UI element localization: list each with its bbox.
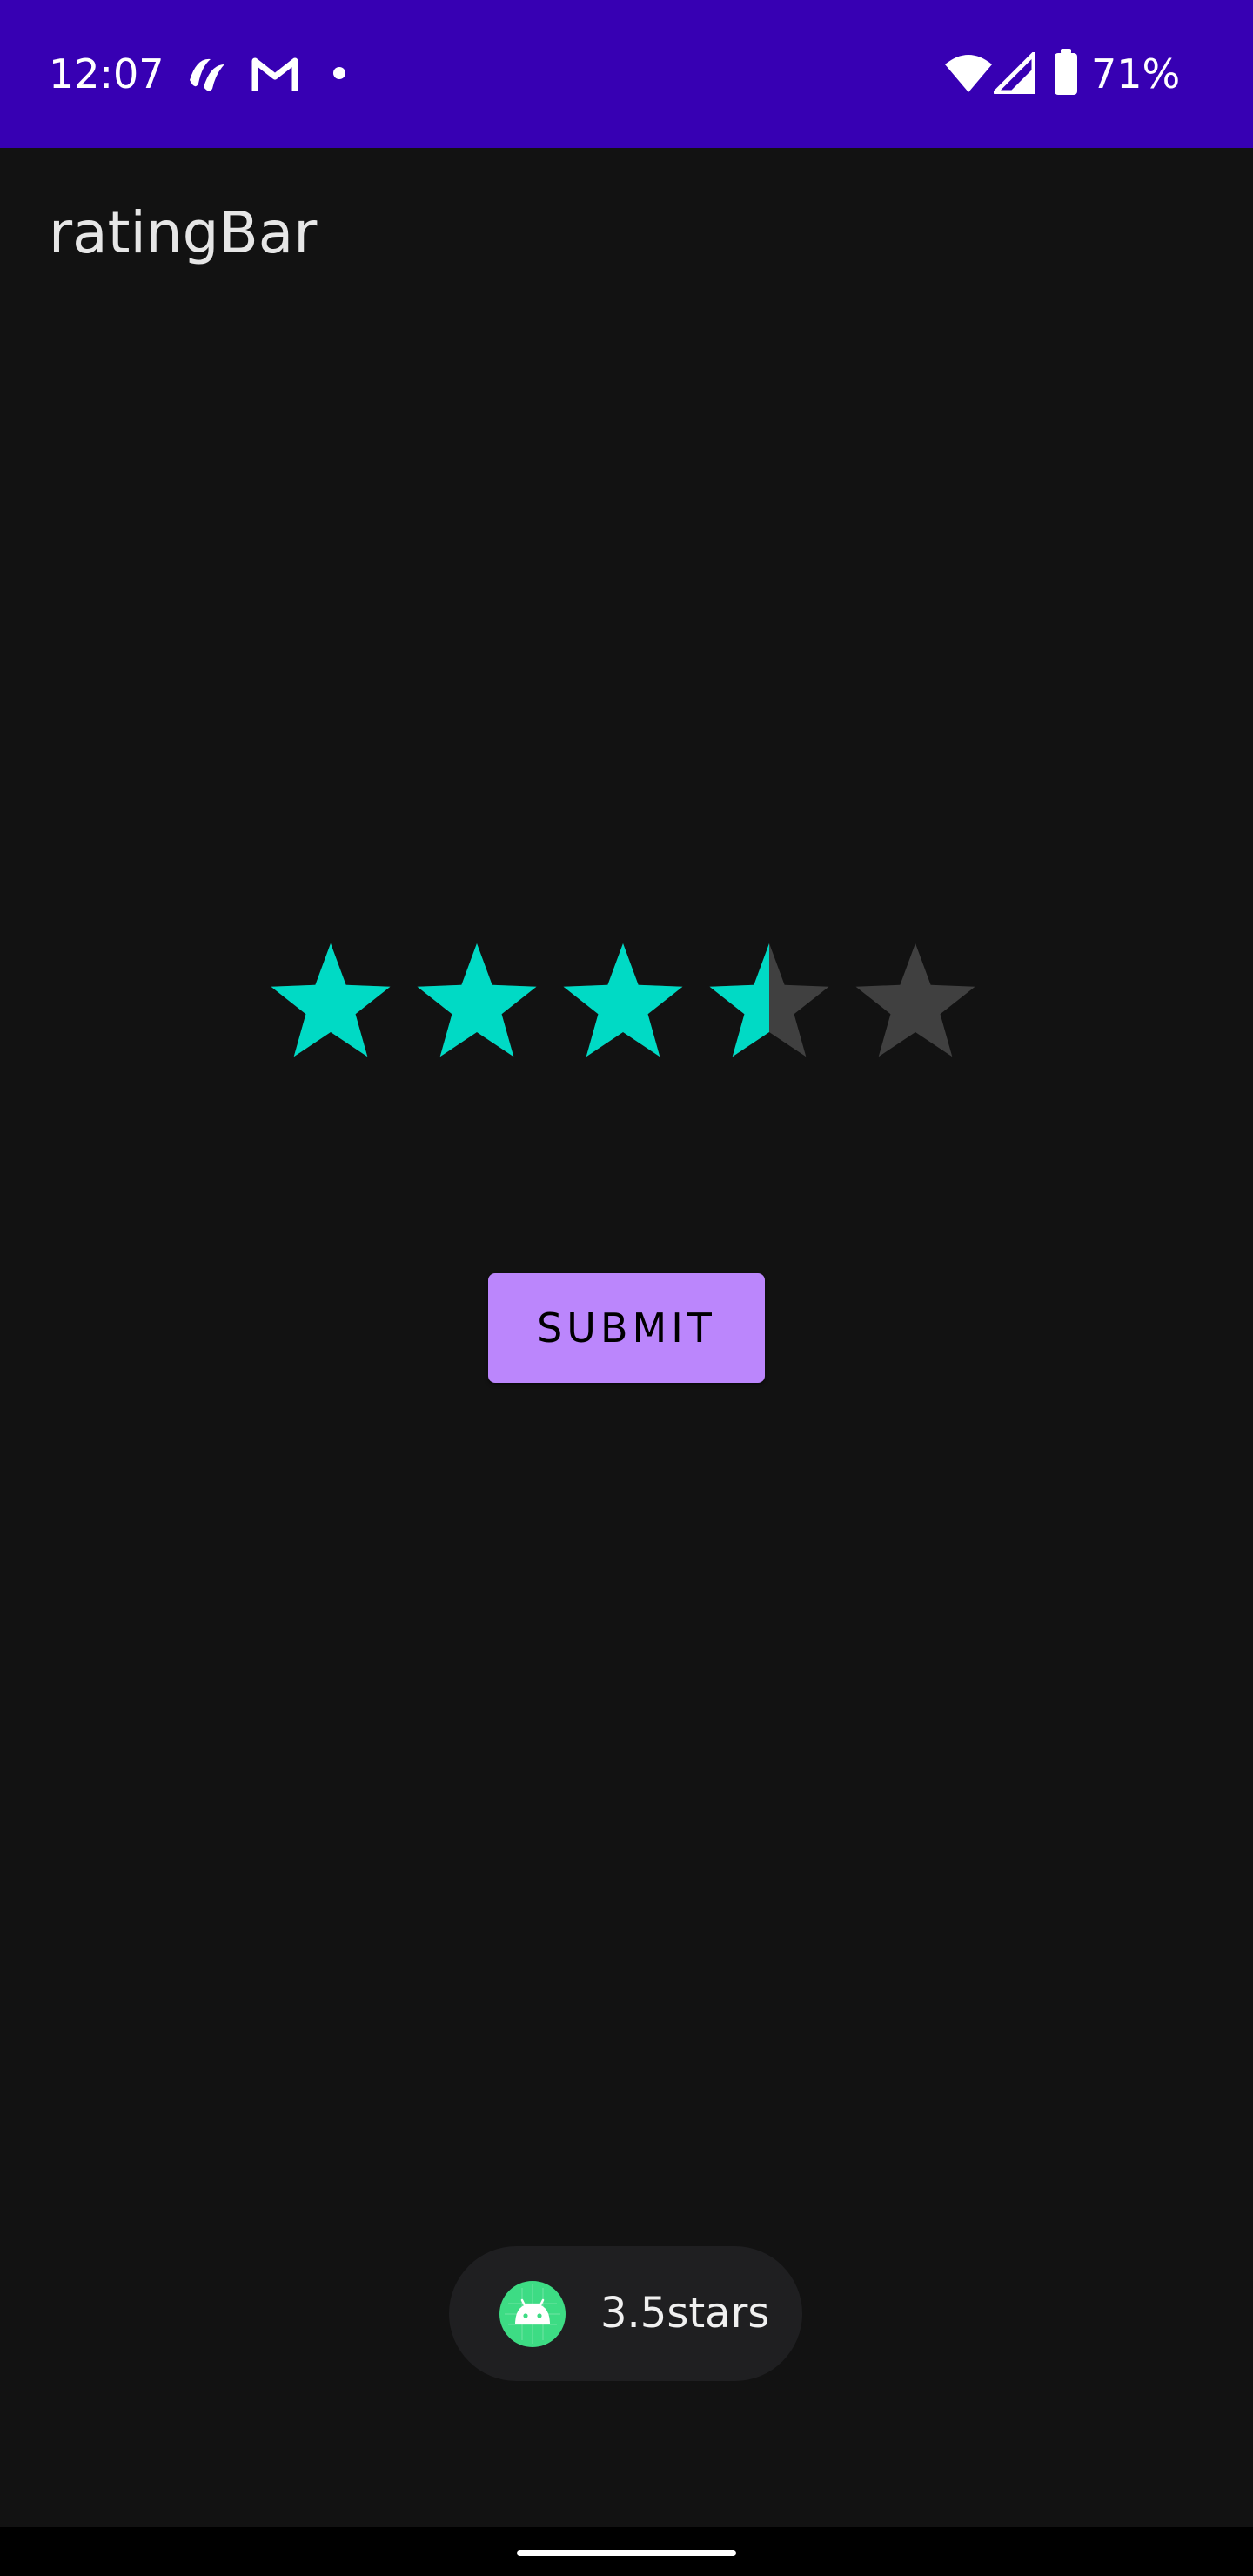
star-5-icon[interactable] xyxy=(850,936,981,1066)
app-notification-icon xyxy=(190,58,224,91)
status-time: 12:07 xyxy=(49,50,164,97)
home-gesture-handle[interactable] xyxy=(517,2550,736,2556)
submit-button[interactable]: SUBMIT xyxy=(488,1273,765,1383)
cellular-signal-icon xyxy=(994,52,1035,94)
gmail-icon xyxy=(251,57,298,91)
page-title: ratingBar xyxy=(49,199,318,266)
notification-dot-icon xyxy=(333,67,345,79)
battery-icon xyxy=(1055,49,1077,95)
toast-message: 3.5stars xyxy=(600,2289,770,2338)
toast: 3.5stars xyxy=(449,2246,802,2381)
star-1-icon[interactable] xyxy=(265,936,396,1066)
android-icon xyxy=(499,2281,566,2347)
navigation-bar xyxy=(0,2527,1253,2576)
star-2-icon[interactable] xyxy=(412,936,542,1066)
star-3-icon[interactable] xyxy=(558,936,688,1066)
star-4-icon[interactable] xyxy=(704,936,834,1066)
rating-bar[interactable] xyxy=(265,936,988,1066)
wifi-icon xyxy=(945,55,992,92)
status-bar: 12:07 71% xyxy=(0,0,1253,148)
battery-percent: 71% xyxy=(1091,50,1181,97)
